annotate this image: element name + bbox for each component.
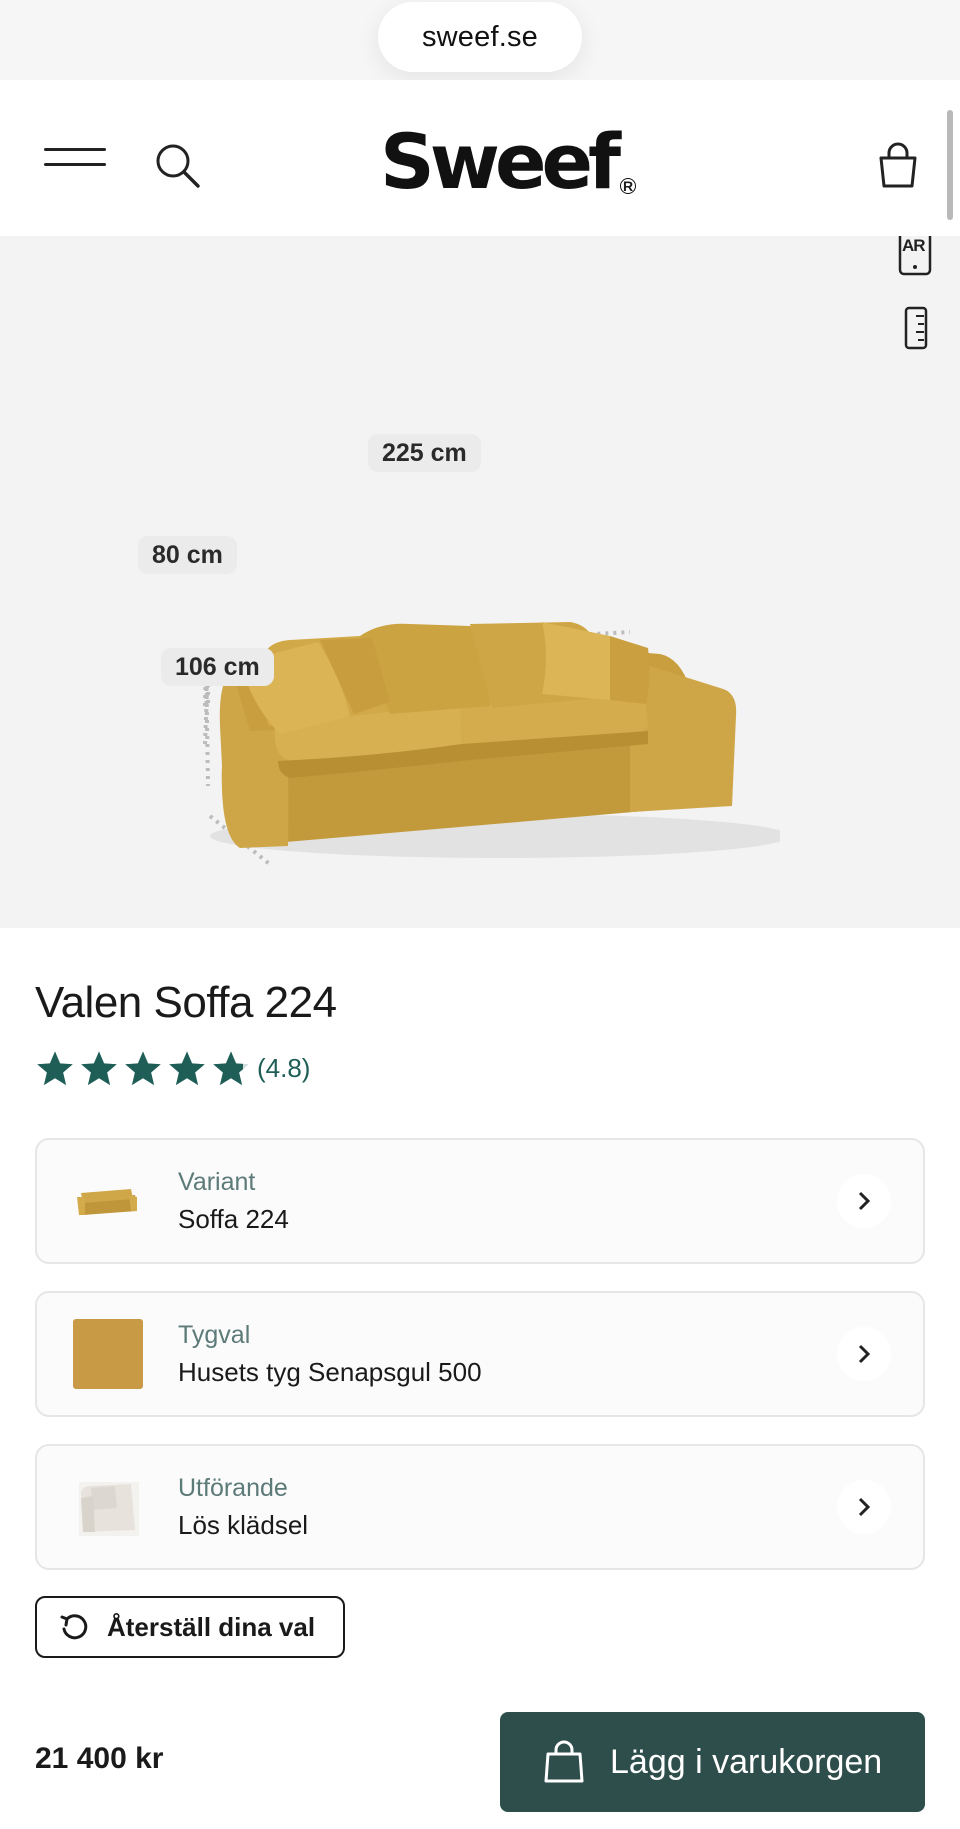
logo-text: Sweef (380, 117, 621, 206)
chevron-right-icon[interactable] (837, 1174, 891, 1228)
product-price: 21 400 kr (35, 1742, 164, 1775)
dimension-width-label: 225 cm (368, 434, 481, 472)
rating-stars (35, 1049, 251, 1087)
option-card-fabric[interactable]: Tygval Husets tyg Senapsgul 500 (35, 1291, 925, 1417)
page-scrollbar[interactable] (947, 110, 953, 220)
shopping-bag-icon (544, 1740, 584, 1783)
dimension-depth-label: 106 cm (161, 648, 274, 686)
sweef-logo[interactable]: Sweef R (380, 117, 637, 206)
star-icon (213, 1051, 249, 1086)
finish-thumbnail (71, 1470, 145, 1544)
shopping-bag-icon[interactable] (876, 142, 920, 190)
rating-value: (4.8) (257, 1052, 311, 1083)
option-value: Soffa 224 (178, 1204, 289, 1234)
registered-mark: R (620, 178, 637, 194)
star-icon (37, 1051, 73, 1086)
reset-label: Återställ dina val (107, 1611, 316, 1642)
site-header: Sweef R (0, 80, 960, 236)
add-to-cart-button[interactable]: Lägg i varukorgen (500, 1712, 925, 1812)
ruler-icon[interactable] (904, 306, 928, 350)
option-label: Tygval (178, 1321, 251, 1349)
option-label: Utförande (178, 1474, 288, 1502)
menu-icon[interactable] (44, 142, 110, 174)
chevron-right-icon[interactable] (837, 1327, 891, 1381)
star-icon (169, 1051, 205, 1086)
option-value: Husets tyg Senapsgul 500 (178, 1357, 482, 1387)
browser-url-area: sweef.se (0, 0, 960, 80)
url-bar[interactable]: sweef.se (378, 2, 582, 72)
search-icon[interactable] (154, 142, 204, 192)
reset-choices-button[interactable]: Återställ dina val (35, 1596, 345, 1658)
option-card-variant[interactable]: Variant Soffa 224 (35, 1138, 925, 1264)
product-title: Valen Soffa 224 (35, 978, 337, 1027)
variant-thumbnail (71, 1164, 145, 1238)
dimension-height-label: 80 cm (138, 536, 237, 574)
refresh-icon (60, 1614, 88, 1640)
fabric-swatch (71, 1317, 145, 1391)
star-icon (81, 1051, 117, 1086)
product-rating[interactable]: (4.8) (35, 1048, 310, 1088)
option-label: Variant (178, 1168, 256, 1196)
option-value: Lös klädsel (178, 1510, 309, 1540)
product-image-viewer[interactable]: AR 225 cm 80 cm 106 cm (0, 236, 960, 928)
option-card-finish[interactable]: Utförande Lös klädsel (35, 1444, 925, 1570)
chevron-right-icon[interactable] (837, 1480, 891, 1534)
ar-view-icon[interactable]: AR (898, 236, 932, 276)
ar-label: AR (902, 236, 926, 255)
add-to-cart-label: Lägg i varukorgen (610, 1742, 883, 1781)
star-icon (125, 1051, 161, 1086)
